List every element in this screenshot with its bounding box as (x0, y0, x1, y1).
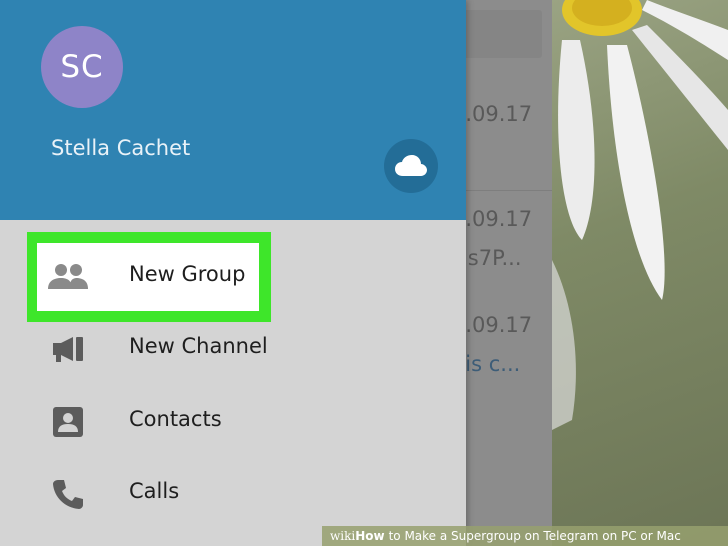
group-icon (48, 259, 88, 295)
wiki-logo-text: wiki (330, 529, 356, 543)
avatar[interactable]: SC (41, 26, 123, 108)
profile-header: SC Stella Cachet (0, 0, 466, 220)
menu-item-label: New Group (129, 262, 246, 286)
how-logo-text: How (355, 529, 385, 543)
menu-item-label: Calls (129, 479, 180, 503)
menu-item-label: New Channel (129, 334, 268, 358)
side-menu: SC Stella Cachet New Group New Channel C… (0, 0, 466, 546)
divider (452, 190, 552, 191)
banner-title: to Make a Supergroup on Telegram on PC o… (388, 529, 681, 543)
daisy-illustration (552, 0, 728, 430)
menu-item-new-group[interactable]: New Group (0, 241, 466, 313)
contact-icon (48, 404, 88, 440)
phone-icon (48, 476, 88, 512)
cloud-icon (395, 155, 427, 176)
menu-item-new-channel[interactable]: New Channel (0, 313, 466, 385)
saved-messages-button[interactable] (384, 139, 438, 193)
chat-list-background: 7.09.17 7.09.17 Hs7P... 9.09.17 his c... (452, 0, 552, 546)
search-bar-background (462, 10, 542, 58)
megaphone-icon (48, 331, 88, 367)
menu-item-contacts[interactable]: Contacts (0, 386, 466, 458)
menu-item-label: Contacts (129, 407, 222, 431)
menu-item-calls[interactable]: Calls (0, 458, 466, 530)
user-name: Stella Cachet (51, 136, 191, 160)
wikihow-banner: wiki How to Make a Supergroup on Telegra… (322, 526, 728, 546)
avatar-initials: SC (60, 49, 104, 85)
daisy-photo (552, 0, 728, 546)
